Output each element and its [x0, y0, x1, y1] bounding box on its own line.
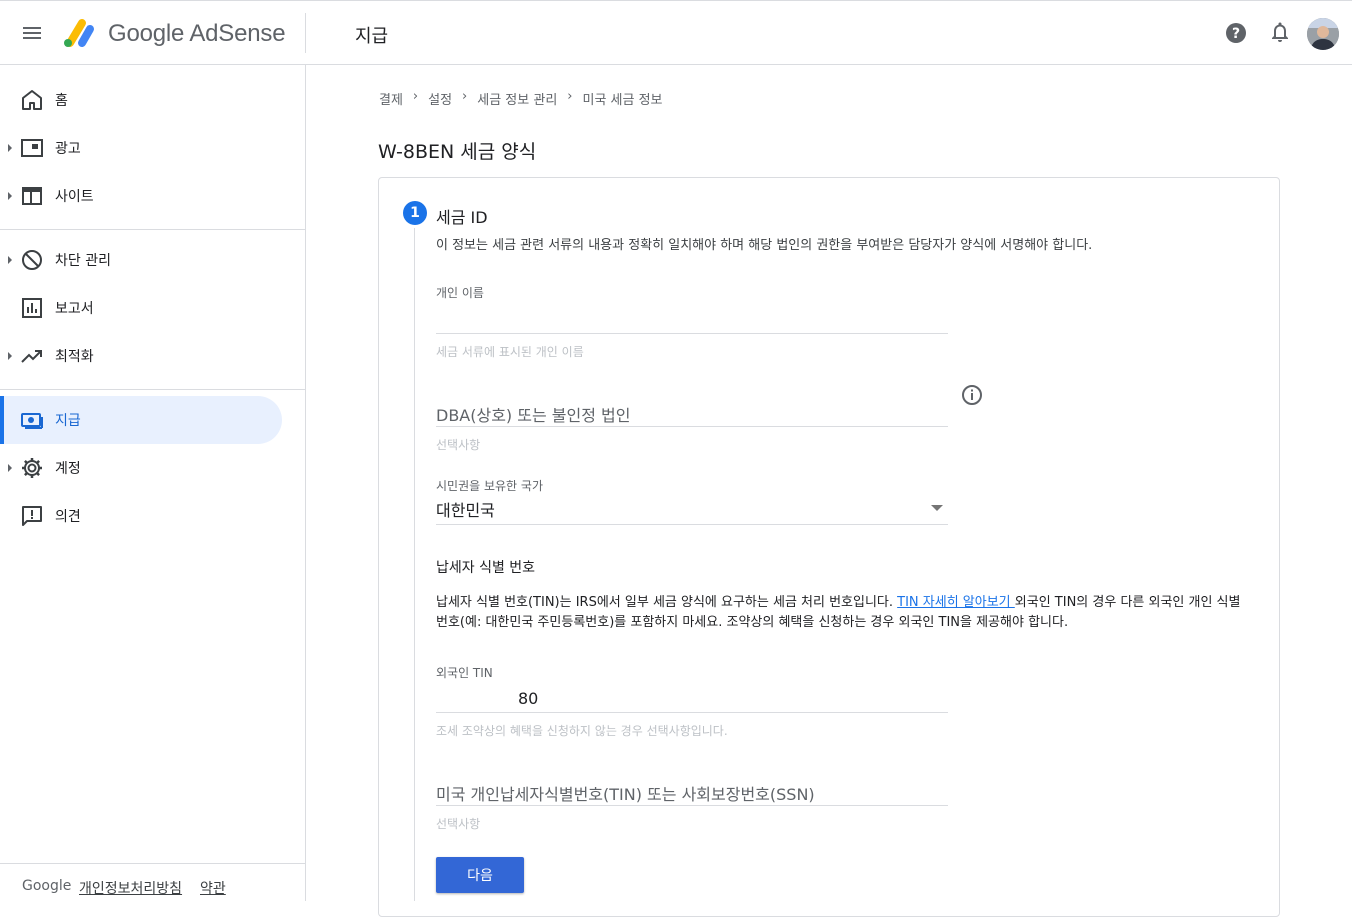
individual-name-hint: 세금 서류에 표시된 개인 이름 — [436, 345, 584, 359]
field-underline — [436, 333, 948, 334]
form-card — [378, 177, 1280, 917]
sidebar-item-payments[interactable]: 지급 — [0, 396, 282, 444]
chevron-right-icon: › — [462, 89, 468, 104]
sites-icon — [22, 187, 42, 205]
optimization-icon — [21, 350, 42, 363]
breadcrumb-item[interactable]: 설정 — [428, 89, 452, 108]
sidebar-item-label: 차단 관리 — [55, 253, 111, 269]
avatar[interactable] — [1307, 18, 1339, 50]
breadcrumb-item[interactable]: 결제 — [379, 89, 403, 108]
dba-input[interactable] — [436, 398, 948, 426]
brand-name: Google AdSense — [108, 20, 286, 47]
tin-description: 납세자 식별 번호(TIN)는 IRS에서 일부 세금 양식에 요구하는 세금 … — [436, 593, 1248, 633]
sidebar-item-label: 사이트 — [55, 189, 94, 205]
expand-caret-icon[interactable] — [8, 464, 12, 472]
bell-icon[interactable] — [1268, 21, 1292, 45]
expand-caret-icon[interactable] — [8, 256, 12, 264]
step-title: 세금 ID — [436, 208, 488, 227]
field-underline — [436, 426, 948, 427]
sidebar-item-reports[interactable]: 보고서 — [0, 284, 282, 332]
sidebar-item-label: 보고서 — [55, 301, 94, 317]
side-navigation: 홈 광고 사이트 차단 관리 보고서 최적화 지급 계정 의견 Google 개… — [0, 65, 306, 901]
us-tin-input[interactable] — [436, 777, 948, 805]
individual-name-label: 개인 이름 — [436, 286, 484, 300]
user-photo-icon — [1307, 18, 1339, 50]
terms-link[interactable]: 약관 — [200, 878, 226, 898]
menu-icon[interactable] — [20, 21, 44, 45]
sidebar-item-label: 최적화 — [55, 349, 94, 365]
field-underline — [436, 524, 948, 525]
nav-divider — [0, 229, 305, 230]
foreign-tin-input[interactable]: 80 — [436, 689, 948, 709]
citizenship-label: 시민권을 보유한 국가 — [436, 479, 543, 493]
sidebar-item-label: 의견 — [55, 509, 81, 525]
sidebar-item-sites[interactable]: 사이트 — [0, 172, 282, 220]
home-icon — [22, 90, 42, 110]
expand-caret-icon[interactable] — [8, 352, 12, 360]
dropdown-arrow-icon[interactable] — [931, 505, 943, 511]
sidebar-item-label: 계정 — [55, 461, 81, 477]
help-icon[interactable]: ? — [1224, 21, 1248, 45]
sidebar-item-home[interactable]: 홈 — [0, 76, 282, 124]
field-underline — [436, 712, 948, 713]
expand-caret-icon[interactable] — [8, 144, 12, 152]
dba-hint: 선택사항 — [436, 438, 481, 452]
breadcrumb-item-current: 미국 세금 정보 — [582, 93, 663, 108]
tin-learn-more-link[interactable]: TIN 자세히 알아보기 — [897, 595, 1015, 610]
foreign-tin-label: 외국인 TIN — [436, 666, 493, 680]
step-connector-line — [414, 228, 415, 901]
sidebar-item-blocking[interactable]: 차단 관리 — [0, 236, 282, 284]
gear-icon — [22, 458, 42, 478]
page-name: 지급 — [355, 26, 389, 47]
feedback-icon — [22, 506, 42, 526]
sidebar-item-label: 광고 — [55, 141, 81, 157]
expand-caret-icon[interactable] — [8, 192, 12, 200]
privacy-policy-link[interactable]: 개인정보처리방침 — [79, 878, 182, 898]
tin-description-text: 납세자 식별 번호(TIN)는 IRS에서 일부 세금 양식에 요구하는 세금 … — [436, 595, 898, 610]
next-button[interactable]: 다음 — [436, 857, 524, 893]
field-underline — [436, 805, 948, 806]
info-icon[interactable] — [961, 384, 983, 406]
sidebar-footer: Google 개인정보처리방침 약관 — [0, 863, 305, 901]
foreign-tin-hint: 조세 조약상의 혜택을 신청하지 않는 경우 선택사항입니다. — [436, 724, 728, 738]
breadcrumb-item[interactable]: 세금 정보 관리 — [477, 89, 557, 108]
foreign-tin-visible-value: 80 — [518, 689, 539, 708]
adsense-logo-icon — [64, 19, 94, 47]
header-divider — [305, 13, 306, 53]
sidebar-item-feedback[interactable]: 의견 — [0, 492, 282, 540]
svg-text:?: ? — [1232, 26, 1240, 42]
redacted-value — [436, 690, 518, 709]
tin-section-title: 납세자 식별 번호 — [436, 560, 536, 576]
payments-icon — [21, 413, 43, 429]
breadcrumb: 결제 › 설정 › 세금 정보 관리 › 미국 세금 정보 — [379, 89, 663, 108]
sidebar-item-ads[interactable]: 광고 — [0, 124, 282, 172]
ads-icon — [21, 139, 43, 157]
reports-icon — [22, 298, 42, 318]
us-tin-hint: 선택사항 — [436, 817, 481, 831]
step-description: 이 정보는 세금 관련 서류의 내용과 정확히 일치해야 하며 해당 법인의 권… — [436, 238, 1093, 253]
sidebar-item-optimization[interactable]: 최적화 — [0, 332, 282, 380]
sidebar-item-account[interactable]: 계정 — [0, 444, 282, 492]
block-icon — [22, 250, 42, 270]
individual-name-input[interactable] — [436, 304, 948, 332]
top-app-bar: Google AdSense 지급 ? — [0, 0, 1352, 65]
page-title: W-8BEN 세금 양식 — [378, 141, 537, 163]
chevron-right-icon: › — [567, 89, 573, 104]
citizenship-select[interactable]: 대한민국 — [436, 497, 495, 521]
google-footer-label: Google — [22, 878, 72, 894]
sidebar-item-label: 지급 — [55, 413, 81, 429]
chevron-right-icon: › — [412, 89, 419, 104]
sidebar-item-label: 홈 — [55, 93, 68, 109]
step-number-badge: 1 — [403, 201, 427, 225]
nav-divider — [0, 389, 305, 390]
